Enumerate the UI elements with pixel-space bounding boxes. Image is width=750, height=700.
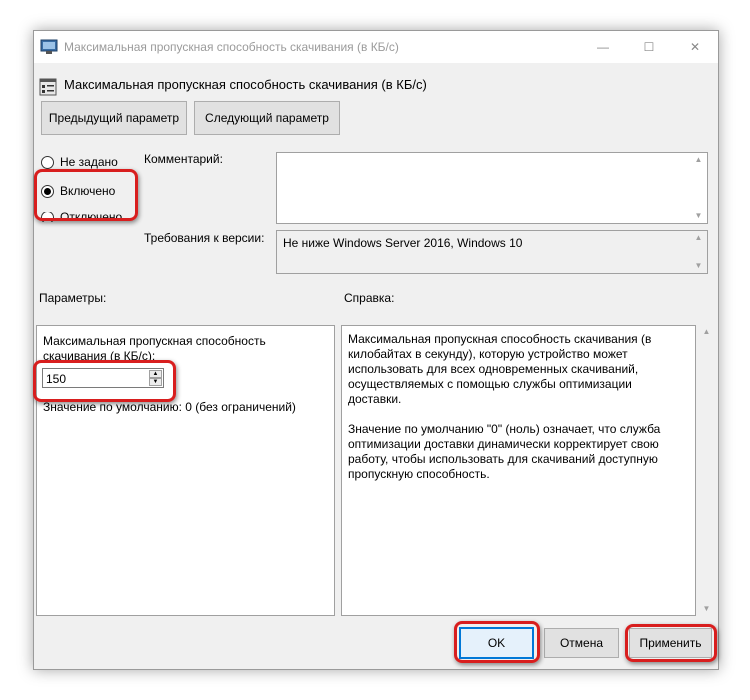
comment-textarea[interactable]: ▲ ▼ bbox=[276, 152, 708, 224]
radio-not-configured[interactable]: Не задано bbox=[41, 155, 118, 169]
minimize-icon: — bbox=[597, 40, 609, 54]
help-panel: Максимальная пропускная способность скач… bbox=[341, 325, 696, 616]
requirements-box: Не ниже Windows Server 2016, Windows 10 … bbox=[276, 230, 708, 274]
close-button[interactable]: ✕ bbox=[672, 31, 718, 63]
radio-disabled[interactable]: Отключено bbox=[41, 212, 122, 222]
comment-scrollbar[interactable]: ▲ ▼ bbox=[690, 153, 707, 223]
requirements-label: Требования к версии: bbox=[144, 231, 265, 245]
comment-label: Комментарий: bbox=[144, 152, 223, 166]
minimize-button[interactable]: — bbox=[580, 31, 626, 63]
parameters-label: Параметры: bbox=[39, 291, 107, 305]
scroll-up-icon[interactable]: ▲ bbox=[698, 325, 715, 339]
radio-button[interactable] bbox=[41, 184, 54, 198]
help-label: Справка: bbox=[344, 291, 395, 305]
help-text: Максимальная пропускная способность скач… bbox=[348, 332, 688, 497]
scroll-down-icon[interactable]: ▼ bbox=[690, 259, 707, 273]
radio-label: Не задано bbox=[60, 155, 118, 169]
policy-dialog: Максимальная пропускная способность скач… bbox=[33, 30, 719, 670]
radio-enabled[interactable]: Включено bbox=[41, 184, 115, 198]
help-scrollbar[interactable]: ▲ ▼ bbox=[698, 325, 715, 616]
radio-button[interactable] bbox=[41, 155, 54, 169]
scroll-up-icon[interactable]: ▲ bbox=[690, 153, 707, 167]
cancel-button[interactable]: Отмена bbox=[544, 628, 619, 658]
help-paragraph: Значение по умолчанию "0" (ноль) означае… bbox=[348, 422, 661, 481]
scroll-up-icon[interactable]: ▲ bbox=[690, 231, 707, 245]
maximize-button[interactable]: ☐ bbox=[626, 31, 672, 63]
policy-document-icon bbox=[39, 78, 57, 96]
increment-icon[interactable]: ▲ bbox=[149, 370, 162, 378]
radio-label: Отключено bbox=[60, 212, 123, 222]
policy-setting-icon bbox=[40, 39, 58, 54]
radio-button[interactable] bbox=[41, 212, 54, 222]
apply-button[interactable]: Применить bbox=[629, 628, 712, 658]
requirements-scrollbar[interactable]: ▲ ▼ bbox=[690, 231, 707, 273]
decrement-icon[interactable]: ▼ bbox=[149, 378, 162, 386]
radio-label: Включено bbox=[60, 184, 116, 198]
requirements-text: Не ниже Windows Server 2016, Windows 10 bbox=[283, 236, 523, 250]
close-icon: ✕ bbox=[689, 40, 701, 54]
default-value-text: Значение по умолчанию: 0 (без ограничени… bbox=[43, 400, 296, 414]
help-paragraph: Максимальная пропускная способность скач… bbox=[348, 332, 652, 406]
stepper-buttons: ▲ ▼ bbox=[149, 370, 162, 386]
previous-setting-button[interactable]: Предыдущий параметр bbox=[41, 101, 187, 135]
ok-button[interactable]: OK bbox=[459, 627, 534, 659]
bandwidth-stepper[interactable]: 150 ▲ ▼ bbox=[42, 368, 164, 388]
next-setting-button[interactable]: Следующий параметр bbox=[194, 101, 340, 135]
window-title: Максимальная пропускная способность скач… bbox=[64, 40, 399, 54]
title-bar: Максимальная пропускная способность скач… bbox=[34, 31, 718, 63]
bandwidth-value[interactable]: 150 bbox=[46, 372, 66, 386]
setting-title: Максимальная пропускная способность скач… bbox=[64, 77, 427, 92]
scroll-down-icon[interactable]: ▼ bbox=[698, 602, 715, 616]
maximize-icon: ☐ bbox=[643, 40, 655, 54]
scroll-down-icon[interactable]: ▼ bbox=[690, 209, 707, 223]
bandwidth-field-label: Максимальная пропускная способность скач… bbox=[43, 334, 266, 363]
parameters-panel: Максимальная пропускная способность скач… bbox=[36, 325, 335, 616]
